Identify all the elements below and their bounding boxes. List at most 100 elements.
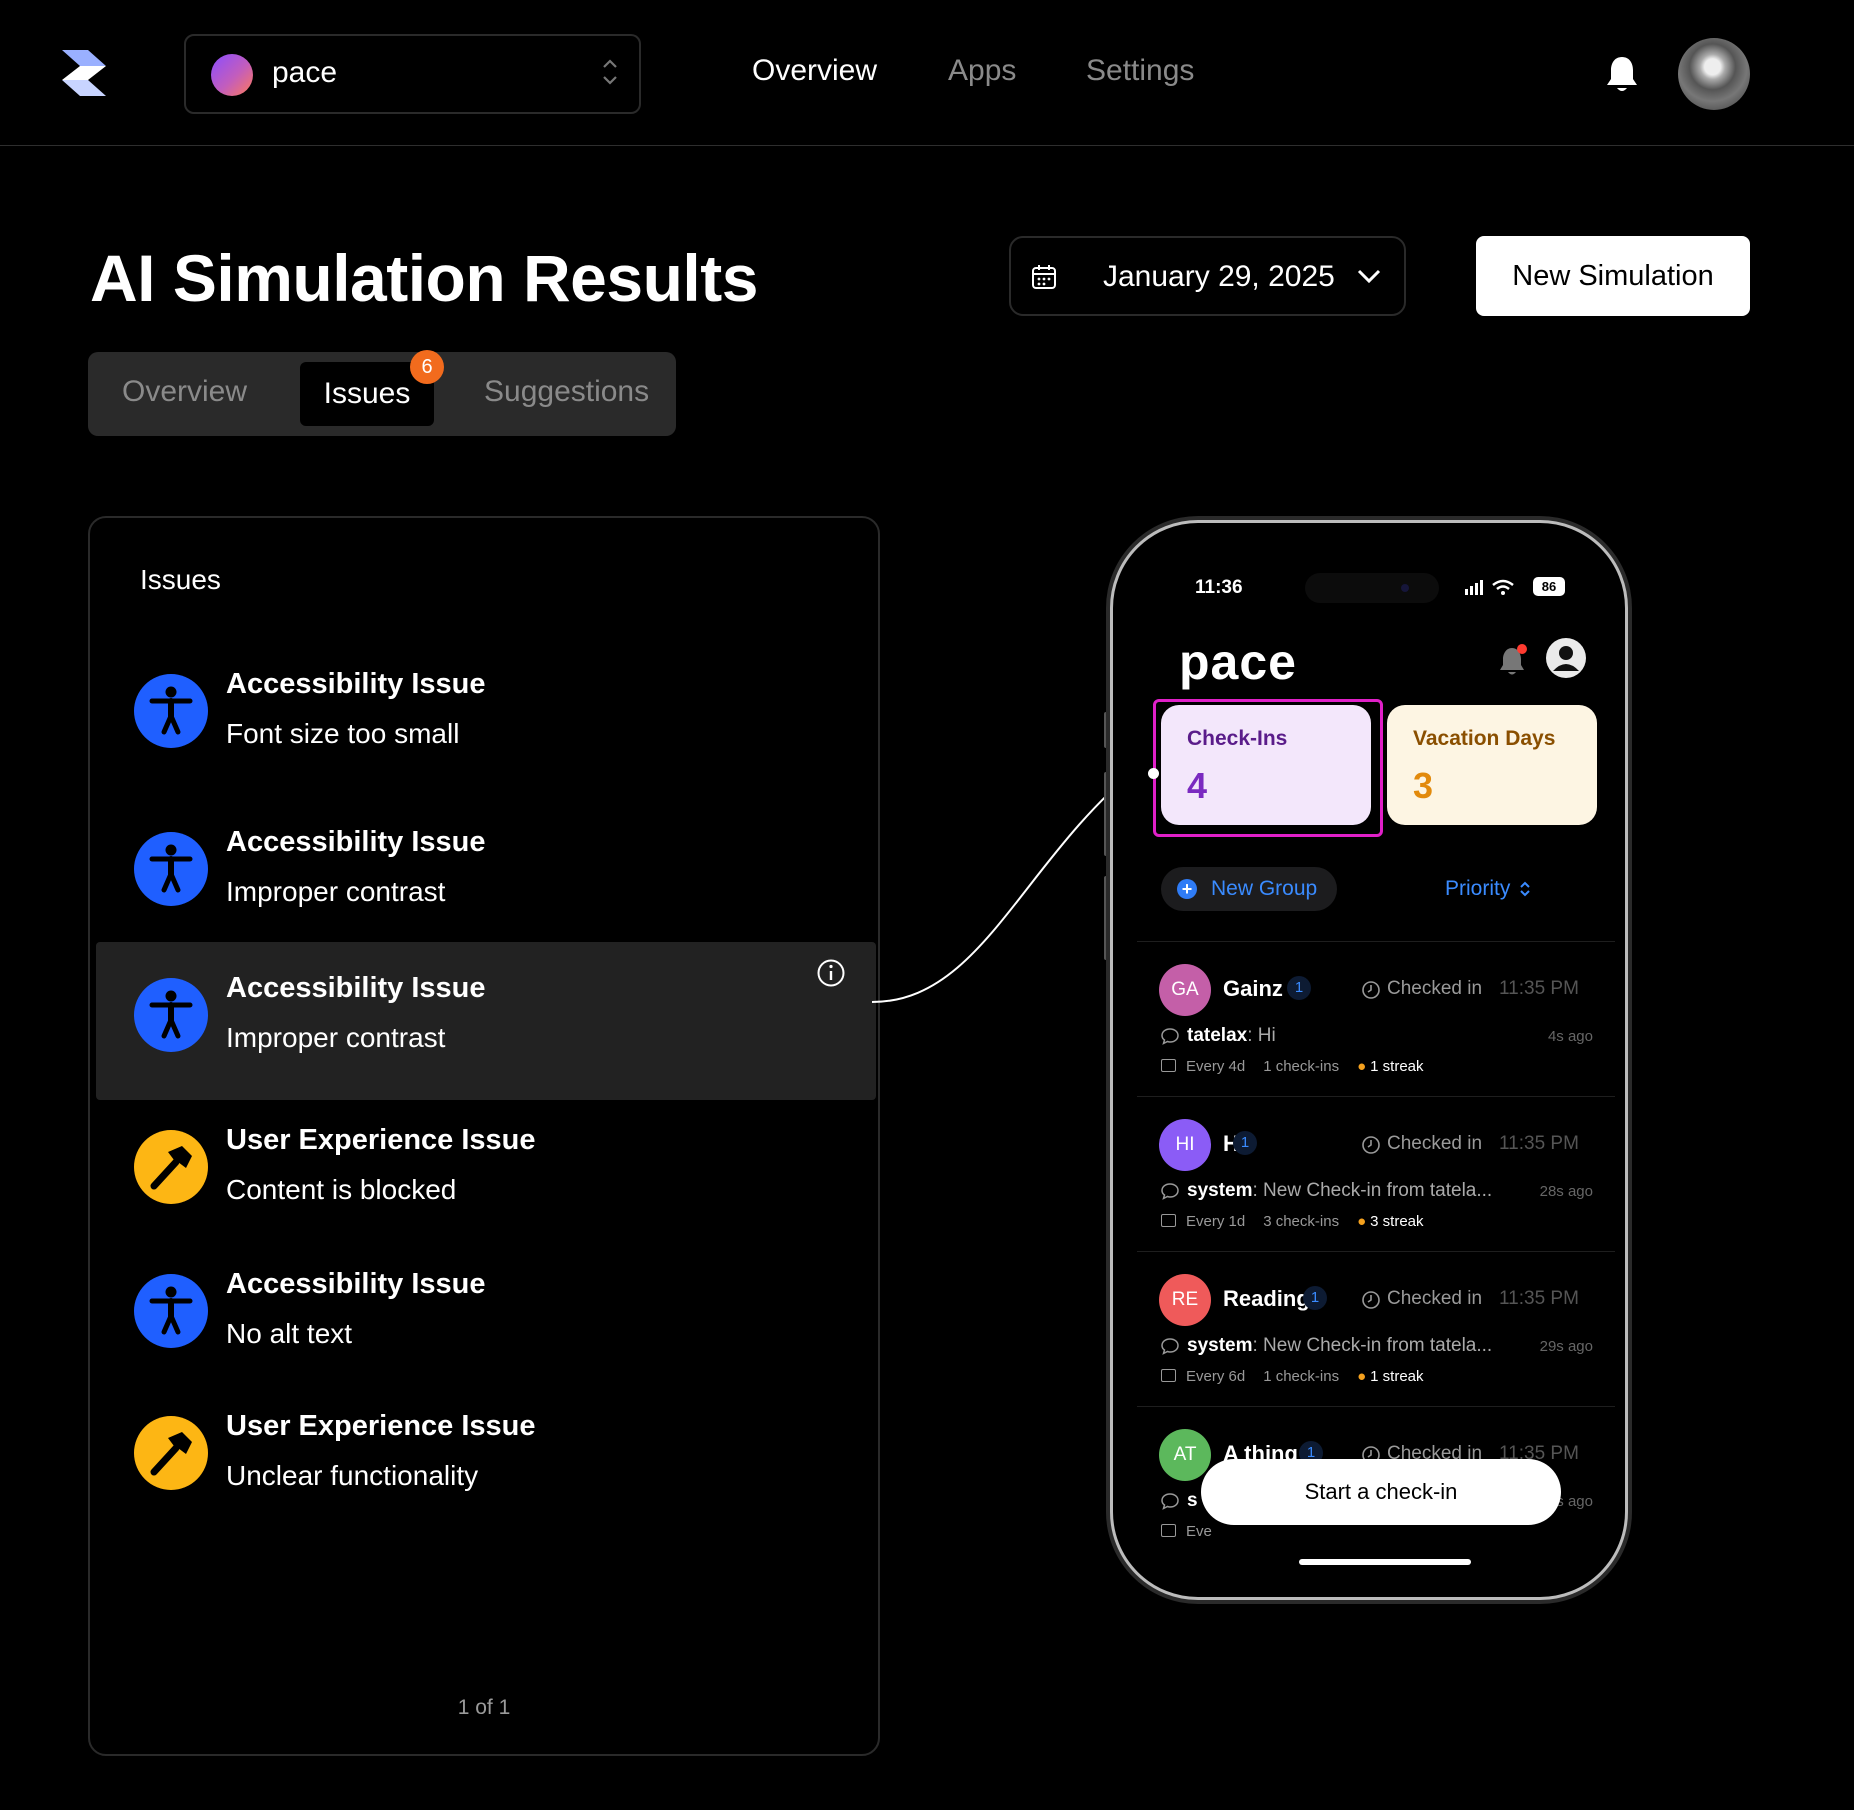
- user-avatar[interactable]: [1678, 38, 1750, 110]
- nav-apps[interactable]: Apps: [948, 54, 1016, 88]
- calendar-icon: [1161, 1214, 1176, 1227]
- issue-title: Accessibility Issue: [226, 1268, 486, 1300]
- checkins-stat-card[interactable]: Check-Ins 4: [1161, 705, 1371, 825]
- issue-item[interactable]: User Experience Issue Content is blocked: [96, 1094, 876, 1252]
- pagination-label: 1 of 1: [457, 1696, 511, 1719]
- group-list-item[interactable]: RE Reading 1 Checked in 11:35 PM system: New …: [1137, 1251, 1615, 1406]
- profile-icon[interactable]: [1545, 637, 1587, 679]
- issue-description: Unclear functionality: [226, 1460, 479, 1491]
- new-group-button[interactable]: + New Group: [1161, 867, 1337, 911]
- app-logo-icon[interactable]: [58, 48, 110, 98]
- group-checkin-count: 1 check-ins: [1263, 1368, 1340, 1385]
- tab-suggestions[interactable]: Suggestions: [484, 375, 649, 409]
- accessibility-icon: [134, 674, 208, 748]
- new-simulation-button[interactable]: New Simulation: [1476, 236, 1750, 316]
- group-avatar: RE: [1159, 1274, 1211, 1326]
- clock-icon: [1362, 1291, 1380, 1309]
- group-frequency: Every 1d: [1186, 1213, 1246, 1230]
- group-unread-badge: 1: [1233, 1131, 1257, 1155]
- group-streak: 1 streak: [1370, 1058, 1424, 1075]
- issues-count-badge: 6: [410, 350, 444, 384]
- flame-icon: ●: [1357, 1058, 1367, 1075]
- up-down-chevron-icon: [603, 59, 617, 85]
- issue-item[interactable]: Accessibility Issue Improper contrast: [96, 942, 876, 1100]
- issue-title: User Experience Issue: [226, 1410, 536, 1442]
- chat-bubble-icon: [1161, 1028, 1179, 1045]
- phone-power-button: [1628, 836, 1632, 954]
- issue-description: No alt text: [226, 1318, 353, 1349]
- phone-mockup: 11:36 86 pace Check-Ins 4 Vacation Days …: [1110, 520, 1628, 1600]
- issue-item[interactable]: Accessibility Issue Font size too small: [96, 638, 876, 796]
- date-picker[interactable]: January 29, 2025: [1009, 236, 1406, 316]
- phone-action-button: [1104, 712, 1108, 748]
- clock-icon: [1362, 981, 1380, 999]
- plus-icon: +: [1177, 879, 1197, 899]
- issue-title: Accessibility Issue: [226, 668, 486, 700]
- checked-in-time: 11:35 PM: [1499, 978, 1579, 999]
- issue-item[interactable]: Accessibility Issue Improper contrast: [96, 796, 876, 954]
- group-name: Gainz: [1223, 976, 1283, 1001]
- start-checkin-button[interactable]: Start a check-in: [1201, 1459, 1561, 1525]
- calendar-icon: [1161, 1369, 1176, 1382]
- group-frequency: Eve: [1186, 1523, 1212, 1540]
- clock-icon: [1362, 1136, 1380, 1154]
- group-avatar: HI: [1159, 1119, 1211, 1171]
- chat-bubble-icon: [1161, 1183, 1179, 1200]
- group-checkin-count: 3 check-ins: [1263, 1213, 1340, 1230]
- group-list-item[interactable]: HIHi1Checked in11:35 PMsystem: New Check…: [1137, 1096, 1615, 1251]
- group-meta: Every 6d 1 check-ins ● 1 streak: [1161, 1368, 1424, 1385]
- nav-settings[interactable]: Settings: [1086, 54, 1194, 88]
- issue-title: Accessibility Issue: [226, 972, 486, 1004]
- chevron-down-icon: [1357, 269, 1381, 284]
- chat-bubble-icon: [1161, 1338, 1179, 1355]
- last-message: system: New Check-in from tatela...: [1187, 1335, 1492, 1357]
- calendar-icon: [1161, 1059, 1176, 1072]
- accessibility-icon: [134, 1274, 208, 1348]
- message-age: 28s ago: [1539, 1183, 1593, 1200]
- front-camera: [1401, 584, 1409, 592]
- page-title: AI Simulation Results: [90, 241, 758, 315]
- notification-bell-icon[interactable]: [1604, 54, 1640, 94]
- info-icon[interactable]: [816, 958, 846, 988]
- group-streak: 3 streak: [1370, 1213, 1424, 1230]
- phone-volume-up-button: [1104, 772, 1108, 856]
- message-age: 29s ago: [1539, 1338, 1593, 1355]
- accessibility-icon: [134, 978, 208, 1052]
- group-frequency: Every 6d: [1186, 1368, 1246, 1385]
- group-unread-badge: 1: [1287, 976, 1311, 1000]
- workspace-name: pace: [272, 56, 338, 89]
- status-time: 11:36: [1195, 577, 1243, 598]
- issue-item[interactable]: Accessibility Issue No alt text: [96, 1238, 876, 1396]
- result-tabs: Overview Issues 6 Suggestions: [88, 350, 676, 436]
- hammer-icon: [134, 1416, 208, 1490]
- tab-overview[interactable]: Overview: [122, 375, 247, 409]
- message-sender: system: [1187, 1335, 1253, 1356]
- group-avatar: GA: [1159, 964, 1211, 1016]
- hammer-icon: [134, 1130, 208, 1204]
- message-text: : New Check-in from tatela...: [1252, 1335, 1493, 1356]
- battery-indicator: 86: [1533, 577, 1565, 596]
- vacation-stat-card[interactable]: Vacation Days 3: [1387, 705, 1597, 825]
- issues-panel: Issues Accessibility Issue Font size too …: [88, 516, 880, 1756]
- last-message: tatelax: Hi: [1187, 1025, 1276, 1047]
- workspace-switcher[interactable]: pace: [184, 34, 641, 114]
- issue-description: Content is blocked: [226, 1174, 457, 1205]
- nav-overview[interactable]: Overview: [752, 54, 877, 88]
- new-group-label: New Group: [1211, 877, 1318, 900]
- app-notification-bell-icon[interactable]: [1497, 643, 1529, 677]
- group-avatar: AT: [1159, 1429, 1211, 1481]
- phone-screen: 11:36 86 pace Check-Ins 4 Vacation Days …: [1123, 533, 1615, 1587]
- message-sender: tatelax: [1187, 1025, 1248, 1046]
- message-sender: system: [1187, 1180, 1253, 1201]
- phone-volume-down-button: [1104, 876, 1108, 960]
- checked-in-label: Checked in: [1387, 1133, 1483, 1154]
- group-meta: Every 1d 3 check-ins ● 3 streak: [1161, 1213, 1424, 1230]
- sort-priority-button[interactable]: Priority: [1445, 877, 1510, 901]
- calendar-icon: [1032, 265, 1056, 289]
- message-age: s ago: [1556, 1493, 1593, 1510]
- group-list-item[interactable]: GA Gainz 1 Checked in 11:35 PM tatelax: Hi 4s …: [1137, 941, 1615, 1096]
- issue-description: Font size too small: [226, 718, 460, 749]
- issue-item[interactable]: User Experience Issue Unclear functionali…: [96, 1380, 876, 1538]
- checked-in-time: 11:35 PM: [1499, 1288, 1579, 1309]
- chat-bubble-icon: [1161, 1493, 1179, 1510]
